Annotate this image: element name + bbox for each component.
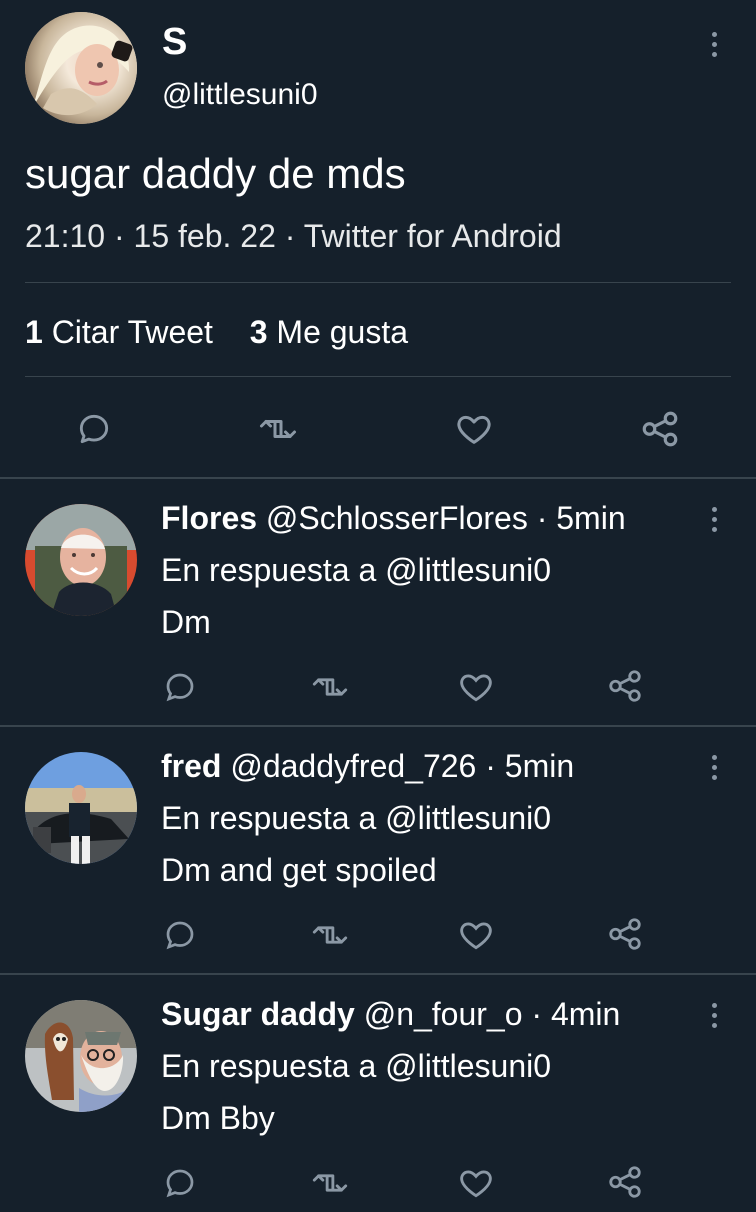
reply-actions	[162, 1160, 662, 1212]
reply-text: Dm Bby	[161, 1100, 275, 1136]
reply-time[interactable]: · 4min	[531, 996, 620, 1032]
reply-icon[interactable]	[75, 410, 113, 448]
more-options-icon[interactable]	[710, 755, 718, 780]
retweet-icon[interactable]	[257, 410, 299, 448]
main-tweet-author-handle[interactable]: @littlesuni0	[162, 76, 318, 114]
main-tweet-actions	[25, 398, 731, 462]
reply-header: Sugar daddy @n_four_o · 4min	[161, 994, 620, 1034]
retweet-icon[interactable]	[310, 669, 350, 705]
reply-avatar[interactable]	[25, 1000, 137, 1112]
share-icon[interactable]	[639, 408, 681, 450]
reply-time[interactable]: · 5min	[485, 748, 574, 784]
reply-author-name[interactable]: Sugar daddy	[161, 996, 355, 1032]
main-tweet-avatar[interactable]	[25, 12, 137, 124]
quote-label[interactable]: Citar Tweet	[52, 314, 213, 350]
reply-actions	[162, 664, 662, 716]
main-tweet-author-name[interactable]: S	[162, 20, 187, 64]
retweet-icon[interactable]	[310, 917, 350, 953]
reply-actions	[162, 912, 662, 964]
reply-author-handle[interactable]: @n_four_o	[364, 996, 523, 1032]
tweet-divider	[25, 282, 731, 283]
reply-item[interactable]: Sugar daddy @n_four_o · 4min En respuest…	[0, 974, 756, 1200]
avatar-image	[25, 1000, 137, 1112]
reply-header: Flores @SchlosserFlores · 5min	[161, 498, 626, 538]
like-label[interactable]: Me gusta	[276, 314, 408, 350]
reply-icon[interactable]	[162, 669, 198, 705]
reply-author-handle[interactable]: @daddyfred_726	[230, 748, 476, 784]
avatar-image	[25, 12, 137, 124]
more-options-icon[interactable]	[710, 1003, 718, 1028]
more-options-icon[interactable]	[710, 507, 718, 532]
heart-icon[interactable]	[457, 668, 495, 706]
reply-header: fred @daddyfred_726 · 5min	[161, 746, 574, 786]
reply-to-text[interactable]: En respuesta a @littlesuni0	[161, 1046, 551, 1086]
share-icon[interactable]	[606, 915, 644, 953]
reply-author-name[interactable]: Flores	[161, 500, 257, 536]
like-count[interactable]: 3	[250, 314, 268, 350]
retweet-icon[interactable]	[310, 1165, 350, 1201]
avatar-image	[25, 752, 137, 864]
tweet-stats: 1 Citar Tweet 3 Me gusta	[25, 311, 408, 353]
main-tweet: S @littlesuni0 sugar daddy de mds 21:10 …	[0, 0, 756, 478]
reply-avatar[interactable]	[25, 752, 137, 864]
share-icon[interactable]	[606, 667, 644, 705]
heart-icon[interactable]	[453, 409, 495, 449]
reply-author-name[interactable]: fred	[161, 748, 221, 784]
heart-icon[interactable]	[457, 916, 495, 954]
reply-to-text[interactable]: En respuesta a @littlesuni0	[161, 798, 551, 838]
reply-icon[interactable]	[162, 1165, 198, 1201]
reply-time[interactable]: · 5min	[537, 500, 626, 536]
reply-item[interactable]: fred @daddyfred_726 · 5min En respuesta …	[0, 726, 756, 974]
reply-icon[interactable]	[162, 917, 198, 953]
stats-divider	[25, 376, 731, 377]
share-icon[interactable]	[606, 1163, 644, 1201]
reply-to-text[interactable]: En respuesta a @littlesuni0	[161, 550, 551, 590]
reply-avatar[interactable]	[25, 504, 137, 616]
avatar-image	[25, 504, 137, 616]
main-tweet-metadata: 21:10 · 15 feb. 22 · Twitter for Android	[25, 218, 562, 254]
heart-icon[interactable]	[457, 1164, 495, 1202]
main-tweet-text: sugar daddy de mds	[25, 150, 406, 197]
reply-item[interactable]: Flores @SchlosserFlores · 5min En respue…	[0, 478, 756, 726]
reply-author-handle[interactable]: @SchlosserFlores	[266, 500, 528, 536]
reply-text: Dm and get spoiled	[161, 852, 437, 888]
reply-text: Dm	[161, 604, 211, 640]
quote-count[interactable]: 1	[25, 314, 43, 350]
more-options-icon[interactable]	[710, 32, 718, 57]
